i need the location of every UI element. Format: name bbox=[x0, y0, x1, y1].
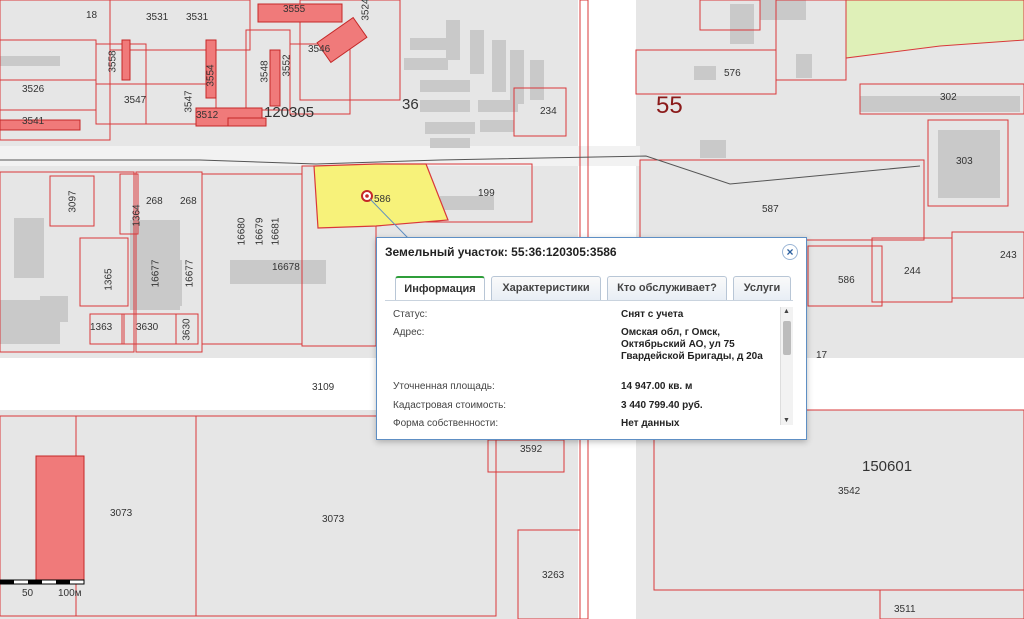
parcel-label: 3547 bbox=[124, 95, 147, 106]
parcel-label: 303 bbox=[956, 156, 973, 167]
parcel-label: 234 bbox=[540, 106, 557, 117]
parcel-label: 3554 bbox=[205, 64, 217, 87]
district-label: 55 bbox=[656, 92, 683, 119]
parcel-label: 17 bbox=[816, 350, 828, 361]
parcel-label: 587 bbox=[762, 204, 779, 215]
parcel-label: 3511 bbox=[894, 604, 916, 615]
parcel-label: 3630 bbox=[136, 322, 159, 333]
parcel-label: 3512 bbox=[196, 110, 219, 121]
selected-parcel-label: 586 bbox=[374, 194, 391, 205]
close-icon[interactable]: × bbox=[782, 244, 798, 260]
parcel-label: 16677 bbox=[150, 259, 162, 288]
parcel-label: 3548 bbox=[259, 60, 271, 83]
row-label-cost: Кадастровая стоимость: bbox=[393, 400, 507, 411]
parcel-label: 1365 bbox=[103, 268, 115, 291]
parcel-label: 3263 bbox=[542, 570, 565, 581]
parcel-label: 16677 bbox=[184, 259, 196, 288]
row-value-status: Снят с учета bbox=[621, 309, 684, 320]
parcel-label: 244 bbox=[904, 266, 921, 277]
row-label-area: Уточненная площадь: bbox=[393, 381, 495, 392]
row-value-ownership: Нет данных bbox=[621, 418, 680, 429]
parcel-label: 3109 bbox=[312, 382, 335, 393]
parcel-label: 576 bbox=[724, 68, 741, 79]
parcel-label: 3552 bbox=[281, 54, 293, 77]
parcel-label: 16681 bbox=[270, 217, 282, 246]
parcel-label: 1364 bbox=[131, 204, 143, 227]
tab-services[interactable]: Услуги bbox=[733, 276, 791, 300]
district-label: 36 bbox=[402, 96, 419, 113]
quarter-label: 120305 bbox=[264, 104, 315, 121]
parcel-label: 16680 bbox=[236, 217, 248, 246]
scale-bar bbox=[0, 579, 85, 585]
scroll-up-icon[interactable]: ▲ bbox=[783, 308, 790, 315]
row-label-ownership: Форма собственности: bbox=[393, 418, 499, 429]
popup-title: Земельный участок: 55:36:120305:3586 bbox=[385, 245, 617, 259]
parcel-label: 586 bbox=[838, 275, 855, 286]
info-scrollbar[interactable]: ▲ ▼ bbox=[780, 307, 793, 425]
parcel-label: 16679 bbox=[254, 217, 266, 246]
parcel-label: 1363 bbox=[90, 322, 113, 333]
row-value-address: Омская обл, г Омск, Октябрьский АО, ул 7… bbox=[621, 327, 763, 362]
parcel-label: 3531 bbox=[146, 12, 169, 23]
parcel-label: 3630 bbox=[181, 318, 193, 341]
parcel-label: 3542 bbox=[838, 486, 861, 497]
parcel-label: 268 bbox=[146, 196, 163, 207]
info-panel: Статус: Снят с учета Адрес: Омская обл, … bbox=[385, 300, 793, 429]
parcel-label: 243 bbox=[1000, 250, 1017, 261]
parcel-label: 3592 bbox=[520, 444, 543, 455]
scroll-thumb[interactable] bbox=[783, 321, 791, 355]
row-label-status: Статус: bbox=[393, 309, 428, 320]
quarter-label: 150601 bbox=[862, 458, 913, 475]
tab-characteristics[interactable]: Характеристики bbox=[491, 276, 601, 300]
parcel-label: 3547 bbox=[183, 90, 195, 113]
scale-tick-100: 100м bbox=[58, 588, 82, 599]
parcel-label: 3526 bbox=[22, 84, 45, 95]
parcel-label: 3531 bbox=[186, 12, 209, 23]
parcel-info-popup: Земельный участок: 55:36:120305:3586 × И… bbox=[376, 237, 807, 440]
scroll-down-icon[interactable]: ▼ bbox=[783, 417, 790, 424]
scale-tick-50: 50 bbox=[22, 588, 34, 599]
parcel-label: 18 bbox=[86, 10, 98, 21]
parcel-label: 268 bbox=[180, 196, 197, 207]
parcel-label: 302 bbox=[940, 92, 957, 103]
parcel-label: 199 bbox=[478, 188, 495, 199]
parcel-label: 3558 bbox=[107, 50, 119, 73]
parcel-label: 16678 bbox=[272, 262, 300, 273]
tab-info[interactable]: Информация bbox=[395, 276, 485, 301]
parcel-label: 3555 bbox=[283, 4, 306, 15]
parcel-label: 3541 bbox=[22, 116, 45, 127]
parcel-label: 3073 bbox=[322, 514, 345, 525]
parcel-label: 3097 bbox=[67, 190, 79, 213]
row-value-cost: 3 440 799.40 руб. bbox=[621, 400, 703, 411]
parcel-label: 3546 bbox=[308, 44, 331, 55]
row-label-address: Адрес: bbox=[393, 327, 425, 338]
tab-service[interactable]: Кто обслуживает? bbox=[607, 276, 727, 300]
row-value-area: 14 947.00 кв. м bbox=[621, 381, 693, 392]
parcel-label: 3524 bbox=[360, 0, 372, 21]
parcel-label: 3073 bbox=[110, 508, 133, 519]
